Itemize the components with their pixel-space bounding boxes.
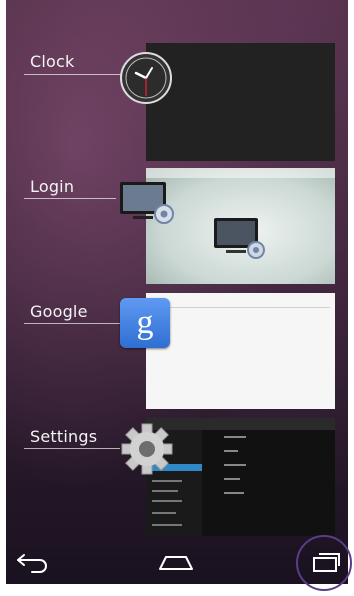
recent-app-label-settings: Settings bbox=[30, 427, 98, 446]
recent-app-label-login: Login bbox=[30, 177, 75, 196]
recent-app-label-google: Google bbox=[30, 302, 88, 321]
label-divider bbox=[24, 448, 120, 449]
back-button[interactable] bbox=[6, 540, 62, 584]
recent-app-label-clock: Clock bbox=[30, 52, 75, 71]
home-icon bbox=[159, 556, 193, 570]
label-divider bbox=[24, 198, 116, 199]
clock-icon[interactable] bbox=[120, 52, 172, 104]
settings-thumbnail[interactable] bbox=[146, 418, 335, 536]
recent-apps-highlight-ring bbox=[296, 535, 352, 591]
monitor-gear-icon bbox=[214, 218, 265, 259]
clock-thumbnail[interactable] bbox=[146, 43, 335, 161]
google-search-icon[interactable]: g bbox=[120, 298, 170, 348]
label-divider bbox=[24, 74, 122, 75]
back-arrow-icon bbox=[17, 554, 47, 573]
google-thumbnail[interactable] bbox=[146, 293, 335, 409]
gear-icon[interactable] bbox=[120, 422, 174, 476]
svg-text:g: g bbox=[137, 304, 154, 341]
recents-screen: Clock Login Google g Settings bbox=[6, 0, 348, 584]
label-divider bbox=[24, 323, 120, 324]
home-button[interactable] bbox=[146, 540, 206, 584]
monitor-gear-icon[interactable] bbox=[118, 180, 176, 226]
